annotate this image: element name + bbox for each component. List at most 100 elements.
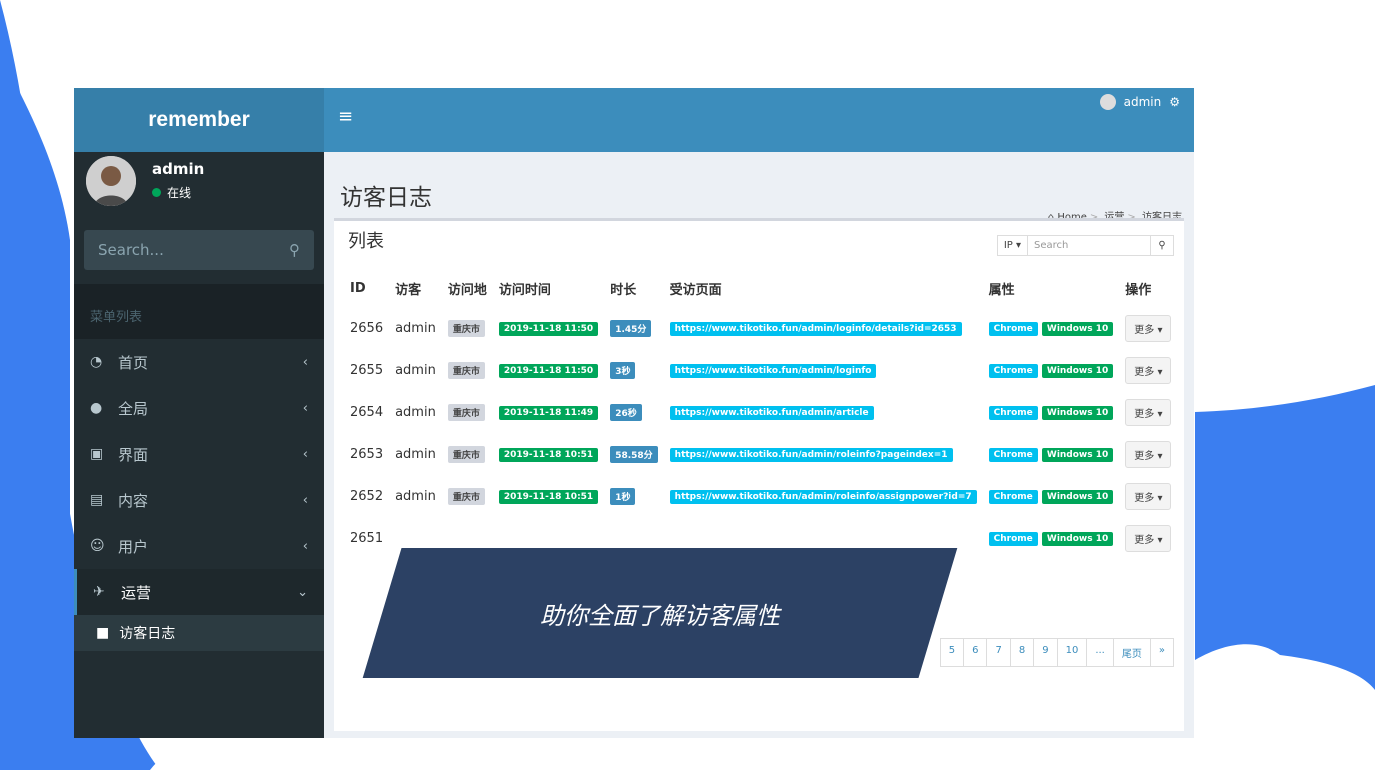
page-link[interactable]: 8	[1009, 638, 1035, 667]
chevron-down-icon: ⌄	[297, 584, 308, 600]
page-link[interactable]: 6	[963, 638, 988, 667]
table-search: IP ▾ Search ⚲	[996, 235, 1174, 256]
user-avatar-icon	[1099, 94, 1116, 110]
browser-badge: Chrome	[988, 532, 1038, 546]
time-badge: 2019-11-18 11:50	[498, 364, 599, 378]
globe-icon: ●	[90, 400, 103, 416]
time-badge: 2019-11-18 11:50	[498, 322, 599, 336]
folder-icon: ■	[96, 625, 110, 641]
duration-badge: 1.45分	[610, 319, 652, 337]
sidebar-item-operations[interactable]: ✈ 运营 ⌄	[74, 569, 324, 615]
sidebar: remember admin 在线 Search... ⚲ 菜单列表 ◔ 首页 …	[74, 88, 324, 738]
file-icon: ▤	[90, 492, 104, 508]
os-badge: Windows 10	[1041, 490, 1114, 504]
pagination: 5 6 7 8 9 10 ... 尾页 »	[939, 638, 1174, 667]
browser-badge: Chrome	[988, 490, 1038, 504]
sidebar-item-global[interactable]: ● 全局 ‹	[74, 385, 324, 431]
place-badge: 重庆市	[447, 319, 485, 337]
last-page-link[interactable]: 尾页	[1112, 638, 1151, 667]
os-badge: Windows 10	[1041, 532, 1114, 546]
more-button[interactable]: 更多 ▾	[1125, 356, 1172, 384]
os-badge: Windows 10	[1041, 406, 1114, 420]
page-link[interactable]: 9	[1033, 638, 1058, 667]
page-ellipsis: ...	[1086, 638, 1114, 667]
duration-badge: 58.58分	[610, 445, 658, 463]
browser-badge: Chrome	[988, 364, 1038, 378]
place-badge: 重庆市	[447, 403, 485, 421]
col-time: 访问时间	[498, 282, 551, 298]
search-icon[interactable]: ⚲	[1151, 235, 1174, 256]
ip-filter-dropdown[interactable]: IP ▾	[996, 235, 1028, 256]
time-badge: 2019-11-18 10:51	[498, 490, 599, 504]
app-logo[interactable]: remember	[74, 88, 324, 152]
chevron-left-icon: ‹	[302, 492, 308, 508]
table-search-input[interactable]: Search	[1028, 235, 1151, 256]
os-badge: Windows 10	[1041, 322, 1114, 336]
chevron-left-icon: ‹	[302, 400, 308, 416]
sidebar-subitem-visitor-log[interactable]: ■ 访客日志	[74, 615, 324, 651]
more-button[interactable]: 更多 ▾	[1125, 440, 1172, 468]
page-link[interactable]: 7	[986, 638, 1011, 667]
duration-badge: 1秒	[610, 487, 636, 505]
chevron-left-icon: ‹	[302, 446, 308, 462]
page-url-link[interactable]: https://www.tikotiko.fun/admin/roleinfo?…	[669, 448, 953, 462]
sidebar-search-input[interactable]: Search... ⚲	[84, 230, 314, 270]
sidebar-item-interface[interactable]: ▣ 界面 ‹	[74, 431, 324, 477]
col-actions: 操作	[1125, 282, 1152, 298]
os-badge: Windows 10	[1041, 448, 1114, 462]
sidebar-item-home[interactable]: ◔ 首页 ‹	[74, 339, 324, 385]
col-attributes: 属性	[988, 282, 1015, 298]
time-badge: 2019-11-18 11:49	[498, 406, 599, 420]
table-header-row: ID 访客 访问地 访问时间 时长 受访页面 属性 操作	[344, 269, 1177, 307]
search-icon[interactable]: ⚲	[289, 241, 300, 259]
place-badge: 重庆市	[447, 445, 485, 463]
top-navbar: ≡	[324, 88, 1194, 152]
online-dot-icon	[152, 188, 161, 197]
box-title: 列表	[348, 231, 384, 252]
more-button[interactable]: 更多 ▾	[1125, 524, 1172, 552]
more-button[interactable]: 更多 ▾	[1125, 482, 1172, 510]
sidebar-item-content[interactable]: ▤ 内容 ‹	[74, 477, 324, 523]
header-user[interactable]: admin ⚙	[1099, 94, 1180, 110]
page-url-link[interactable]: https://www.tikotiko.fun/admin/roleinfo/…	[669, 490, 977, 504]
chevron-left-icon: ‹	[302, 538, 308, 554]
more-button[interactable]: 更多 ▾	[1125, 398, 1172, 426]
os-badge: Windows 10	[1041, 364, 1114, 378]
table-row: 2656 admin 重庆市 2019-11-18 11:50 1.45分 htt…	[344, 307, 1177, 349]
gears-icon[interactable]: ⚙	[1169, 95, 1180, 109]
table-row: 2655 admin 重庆市 2019-11-18 11:50 3秒 https:…	[344, 349, 1177, 391]
sidebar-item-users[interactable]: ☺ 用户 ‹	[74, 523, 324, 569]
user-panel: admin 在线	[74, 152, 324, 230]
place-badge: 重庆市	[447, 487, 485, 505]
page-title: 访客日志	[340, 185, 432, 211]
col-page: 受访页面	[669, 282, 722, 298]
banner-text: 助你全面了解访客属性	[540, 601, 780, 630]
menu-header: 菜单列表	[74, 284, 324, 339]
page-url-link[interactable]: https://www.tikotiko.fun/admin/loginfo/d…	[669, 322, 962, 336]
duration-badge: 26秒	[610, 403, 642, 421]
desktop-icon: ▣	[90, 446, 104, 462]
page-url-link[interactable]: https://www.tikotiko.fun/admin/article	[669, 406, 874, 420]
duration-badge: 3秒	[610, 361, 636, 379]
col-visitor: 访客	[395, 282, 422, 298]
browser-badge: Chrome	[988, 406, 1038, 420]
col-duration: 时长	[610, 282, 637, 298]
dashboard-icon: ◔	[90, 354, 103, 370]
menu-toggle-icon[interactable]: ≡	[338, 106, 353, 127]
table-row: 2652 admin 重庆市 2019-11-18 10:51 1秒 https:…	[344, 475, 1177, 517]
visitor-log-table: ID 访客 访问地 访问时间 时长 受访页面 属性 操作 2656 admin 重…	[344, 269, 1177, 559]
page-link[interactable]: 10	[1056, 638, 1088, 667]
avatar	[86, 156, 136, 206]
time-badge: 2019-11-18 10:51	[498, 448, 599, 462]
plane-icon: ✈	[93, 584, 105, 600]
table-row: 2654 admin 重庆市 2019-11-18 11:49 26秒 https…	[344, 391, 1177, 433]
more-button[interactable]: 更多 ▾	[1125, 314, 1172, 342]
col-id: ID	[350, 280, 366, 296]
page-url-link[interactable]: https://www.tikotiko.fun/admin/loginfo	[669, 364, 877, 378]
col-place: 访问地	[447, 282, 487, 298]
user-name: admin	[152, 160, 205, 178]
user-status: 在线	[152, 184, 191, 201]
chevron-left-icon: ‹	[302, 354, 308, 370]
next-page-link[interactable]: »	[1149, 638, 1174, 667]
place-badge: 重庆市	[447, 361, 485, 379]
